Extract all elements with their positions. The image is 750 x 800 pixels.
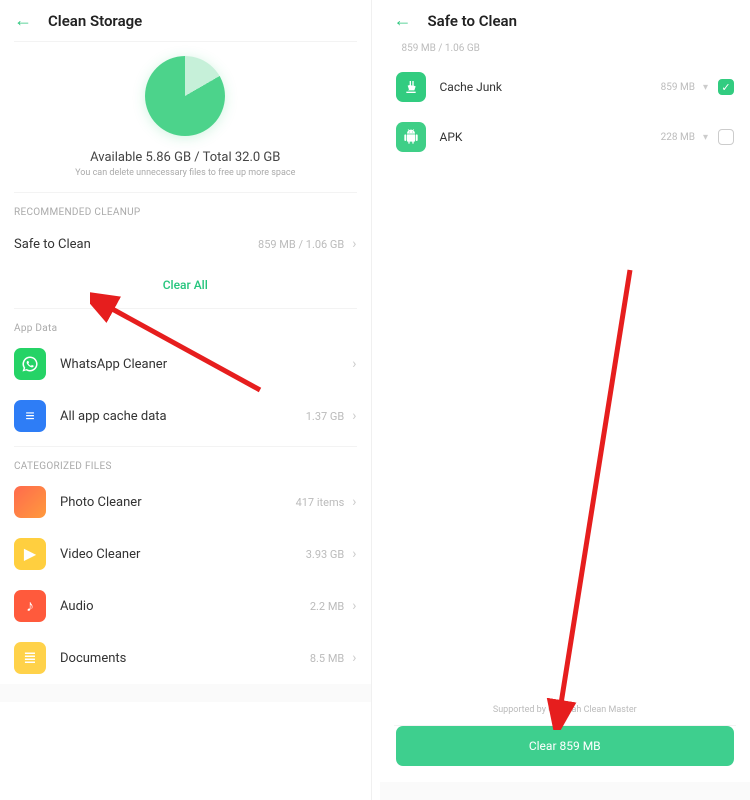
audio-row[interactable]: ♪ Audio 2.2 MB ›	[0, 580, 371, 632]
video-icon: ▶	[14, 538, 46, 570]
document-icon: ≣	[14, 642, 46, 674]
safe-to-clean-panel: ← Safe to Clean 859 MB / 1.06 GB Cache J…	[380, 0, 750, 800]
whatsapp-cleaner-row[interactable]: WhatsApp Cleaner ›	[0, 338, 371, 390]
broom-icon	[396, 72, 426, 102]
android-icon	[396, 122, 426, 152]
cache-junk-label: Cache Junk	[440, 80, 661, 94]
apk-row[interactable]: APK 228 MB ▾	[380, 112, 750, 162]
nav-bar	[0, 684, 371, 702]
available-subtext: You can delete unnecessary files to free…	[75, 168, 295, 178]
chevron-right-icon: ›	[352, 650, 356, 666]
chevron-right-icon: ›	[352, 356, 356, 372]
storage-pie-icon	[145, 56, 225, 136]
whatsapp-cleaner-label: WhatsApp Cleaner	[60, 357, 344, 372]
back-icon[interactable]: ←	[394, 10, 412, 31]
page-title-left: Clean Storage	[48, 12, 142, 30]
divider	[14, 446, 357, 447]
chevron-right-icon: ›	[352, 236, 356, 252]
clean-storage-panel: ← Clean Storage Available 5.86 GB / Tota…	[0, 0, 372, 800]
all-app-cache-label: All app cache data	[60, 409, 306, 424]
all-app-cache-meta: 1.37 GB	[306, 410, 345, 423]
nav-bar	[380, 782, 750, 800]
clear-all-button[interactable]: Clear All	[0, 266, 371, 304]
chevron-right-icon: ›	[352, 546, 356, 562]
audio-label: Audio	[60, 599, 310, 614]
chevron-right-icon: ›	[352, 408, 356, 424]
cache-junk-meta: 859 MB	[661, 82, 695, 93]
header-right: ← Safe to Clean	[380, 0, 750, 37]
audio-meta: 2.2 MB	[310, 600, 344, 613]
cache-junk-row[interactable]: Cache Junk 859 MB ▾	[380, 62, 750, 112]
documents-label: Documents	[60, 651, 310, 666]
documents-row[interactable]: ≣ Documents 8.5 MB ›	[0, 632, 371, 684]
whatsapp-icon	[14, 348, 46, 380]
support-text: Supported by Cheetah Clean Master	[380, 705, 750, 725]
apk-checkbox[interactable]	[718, 129, 734, 145]
safe-to-clean-meta: 859 MB / 1.06 GB	[258, 238, 344, 251]
photo-cleaner-label: Photo Cleaner	[60, 495, 296, 510]
storage-summary: Available 5.86 GB / Total 32.0 GB You ca…	[0, 42, 371, 188]
video-cleaner-row[interactable]: ▶ Video Cleaner 3.93 GB ›	[0, 528, 371, 580]
back-icon[interactable]: ←	[14, 10, 32, 31]
stack-icon: ≡	[14, 400, 46, 432]
chevron-down-icon[interactable]: ▾	[703, 82, 708, 93]
section-app-data: App Data	[0, 313, 371, 338]
header-left: ← Clean Storage	[0, 0, 371, 37]
size-subheader: 859 MB / 1.06 GB	[380, 37, 750, 62]
section-recommended: RECOMMENDED CLEANUP	[0, 197, 371, 222]
video-cleaner-label: Video Cleaner	[60, 547, 306, 562]
divider	[14, 308, 357, 309]
divider	[14, 192, 357, 193]
all-app-cache-row[interactable]: ≡ All app cache data 1.37 GB ›	[0, 390, 371, 442]
photo-icon	[14, 486, 46, 518]
photo-cleaner-meta: 417 items	[296, 496, 345, 509]
available-text: Available 5.86 GB / Total 32.0 GB	[90, 150, 280, 165]
clear-button[interactable]: Clear 859 MB	[396, 726, 735, 766]
apk-meta: 228 MB	[661, 132, 695, 143]
audio-icon: ♪	[14, 590, 46, 622]
section-categorized: CATEGORIZED FILES	[0, 451, 371, 476]
cache-junk-checkbox[interactable]	[718, 79, 734, 95]
apk-label: APK	[440, 130, 661, 144]
chevron-right-icon: ›	[352, 494, 356, 510]
documents-meta: 8.5 MB	[310, 652, 344, 665]
chevron-right-icon: ›	[352, 598, 356, 614]
page-title-right: Safe to Clean	[428, 12, 517, 30]
safe-to-clean-label: Safe to Clean	[14, 237, 258, 252]
video-cleaner-meta: 3.93 GB	[306, 548, 345, 561]
safe-to-clean-row[interactable]: Safe to Clean 859 MB / 1.06 GB ›	[0, 222, 371, 266]
photo-cleaner-row[interactable]: Photo Cleaner 417 items ›	[0, 476, 371, 528]
chevron-down-icon[interactable]: ▾	[703, 132, 708, 143]
